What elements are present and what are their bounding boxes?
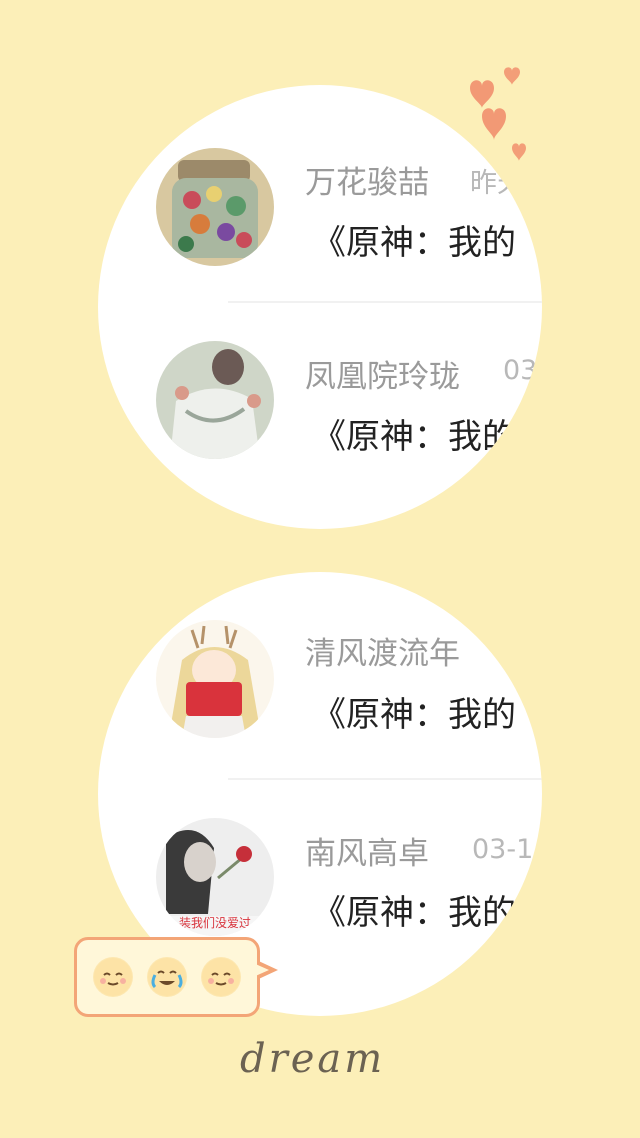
chat-name: 万花骏喆 (305, 165, 429, 201)
avatar (156, 148, 274, 266)
avatar (156, 620, 274, 738)
chat-preview: 《原神：我的 (312, 417, 516, 457)
chat-list-circle: 万花骏喆 昨天 《原神：我的 凤凰院玲珑 03 《原神：我的 (98, 85, 542, 529)
smile-emoji-icon (201, 957, 241, 997)
chat-time: 昨天 (470, 168, 524, 199)
chat-time: 03 (503, 355, 538, 386)
avatar (156, 341, 274, 459)
cry-laugh-emoji-icon (147, 957, 187, 997)
chat-preview: 《原神：我的 (312, 223, 516, 263)
chat-name: 凤凰院玲珑 (305, 359, 460, 395)
chat-name: 清风渡流年 (305, 636, 460, 672)
avatar: 装我们没爱过 (156, 818, 274, 936)
chat-preview: 《原神：我的 (312, 893, 516, 933)
chat-time: 03-1 (472, 834, 534, 865)
bubble-tail-inner (251, 962, 269, 978)
smile-emoji-icon (93, 957, 133, 997)
heart-icon (504, 67, 520, 85)
chat-preview: 《原神：我的 (312, 695, 516, 735)
chat-row[interactable]: 万花骏喆 昨天 《原神：我的 (98, 85, 542, 285)
chat-row[interactable]: 清风渡流年 《原神：我的 (98, 572, 542, 772)
emoji-bubble (74, 937, 260, 1017)
avatar-caption: 装我们没爱过 (178, 916, 251, 930)
chat-name: 南风高卓 (305, 836, 429, 872)
chat-row[interactable]: 凤凰院玲珑 03 《原神：我的 (98, 285, 542, 485)
signature-text: dream (240, 1036, 386, 1082)
